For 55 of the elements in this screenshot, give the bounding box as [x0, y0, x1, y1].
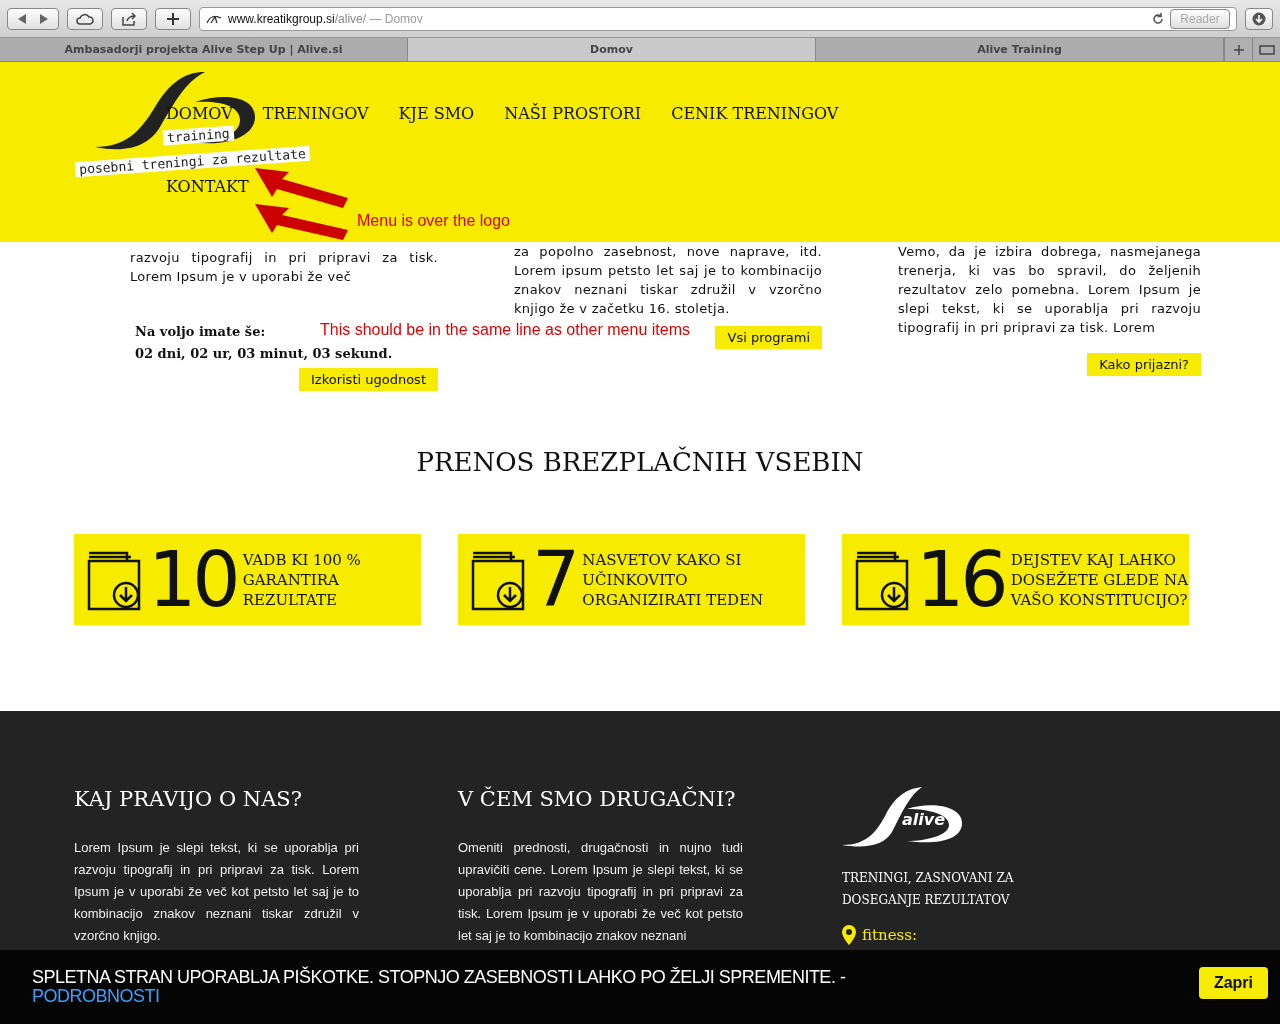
footer-text: Lorem Ipsum je slepi tekst, ki se uporablja pri razvoju tipografij in pri pripravi za tisk. Lorem Ipsum je v uporabi že več kot petsto let saj je to kombinacijo znakov neznani tiskar združil v vzorčno knjigo. [74, 839, 359, 945]
card-number: 10 [148, 541, 237, 618]
card-number: 7 [532, 541, 577, 618]
arrows-icon [18, 13, 48, 24]
card-number: 16 [916, 541, 1005, 618]
annotation-note: This should be in the same line as other menu items [320, 321, 690, 339]
offer-button[interactable]: Kako prijazni? [1087, 353, 1201, 376]
back-forward-button[interactable] [7, 7, 59, 30]
menu-item[interactable]: DOMOV [166, 104, 233, 123]
menu-item[interactable]: TRENINGOV [262, 104, 369, 123]
new-tab-button[interactable] [1224, 38, 1252, 61]
logo-tagline: training [162, 125, 235, 146]
menu-item[interactable]: KONTAKT [166, 177, 249, 196]
browser-tab[interactable]: Alive Training [816, 38, 1224, 61]
browser-tab[interactable]: Domov [408, 38, 816, 61]
location-pin-icon [842, 925, 856, 945]
add-button[interactable] [155, 7, 191, 30]
tab-overview-button[interactable] [1252, 38, 1280, 61]
menu-item[interactable]: CENIK TRENINGOV [671, 104, 839, 123]
cloud-button[interactable] [67, 7, 103, 30]
details-link[interactable]: PODROBNOSTI [32, 986, 160, 1006]
site-icon [206, 13, 222, 24]
menu-item[interactable]: KJE SMO [398, 104, 475, 123]
footer-text: Omeniti prednosti, drugačnosti in nujno tudi upravičiti cene. Lorem Ipsum je slepi tekst, ki se uporablja pri razvoju tipografij in pri pripravi za tisk. Lorem Ipsum je v uporabi že več kot petsto let saj je to kombinacijo znakov neznani [458, 839, 743, 945]
card-text: DEJSTEV KAJ LAHKO DOSEŽETE GLEDE NA VAŠO KONSTITUCIJO? [1010, 549, 1189, 610]
browser-tab[interactable]: Ambasadorji projekta Alive Step Up | Alive.si [0, 38, 408, 61]
menu-item[interactable]: NAŠI PROSTORI [504, 104, 642, 123]
offer-text: razvoju tipografij in pri pripravi za tisk. Lorem Ipsum je v uporabi že več [130, 249, 438, 286]
footer-heading: KAJ PRAVIJO O NAS? [74, 787, 303, 811]
card-text: VADB KI 100 % GARANTIRA REZULTATE [242, 549, 362, 610]
countdown-text: 02 dni, 02 ur, 03 minut, 03 sekund. [135, 345, 393, 363]
share-icon [121, 11, 137, 26]
offer-text: Vemo, da je izbira dobrega, nasmejanega trenerja, ki vas bo spravil, do željenih rezultatov zelo pomebna. Lorem Ipsum je slepi tekst, ki se uporablja pri razvoju tipografij in pri pripravi za tisk. Lorem [898, 243, 1201, 337]
section-title: PRENOS BREZPLAČNIH VSEBIN [415, 447, 865, 477]
share-button[interactable] [111, 7, 147, 30]
download-icon [1252, 11, 1266, 26]
close-button[interactable]: Zapri [1198, 967, 1268, 999]
offer-text: za popolno zasebnost, nove naprave, itd. Lorem ipsum petsto let saj je to kombinacijo znakov neznani tiskar združil v vzorčno knjigo že v začetku 16. stoletja. [514, 243, 822, 318]
annotation-note: Menu is over the logo [357, 212, 510, 230]
url-text: www.kreatikgroup.si/alive/ — Domov [228, 11, 424, 26]
offer-button[interactable]: Vsi programi [715, 326, 822, 349]
plus-icon [167, 12, 179, 25]
cloud-icon [76, 12, 94, 25]
cookie-text: SPLETNA STRAN UPORABLJA PIŠKOTKE. STOPNJO ZASEBNOSTI LAHKO PO ŽELJI SPREMENITE. - PODROBNOSTI [32, 968, 847, 1006]
countdown-label: Na voljo imate še: [135, 323, 266, 341]
location-label: fitness: [862, 926, 918, 944]
reload-icon[interactable] [1152, 12, 1164, 25]
footer-tagline: TRENINGI, ZASNOVANI ZA DOSEGANJE REZULTATOV [842, 870, 1015, 909]
tabs-icon [1258, 44, 1275, 55]
card-text: NASVETOV KAKO SI UČINKOVITO ORGANIZIRATI TEDEN [582, 549, 765, 610]
downloads-button[interactable] [1245, 7, 1273, 30]
plus-icon [1233, 44, 1244, 55]
footer-heading: V ČEM SMO DRUGAČNI? [458, 787, 737, 811]
address-field[interactable]: www.kreatikgroup.si/alive/ — Domov Reader [199, 6, 1237, 31]
offer-button[interactable]: Izkoristi ugodnost [299, 368, 438, 391]
